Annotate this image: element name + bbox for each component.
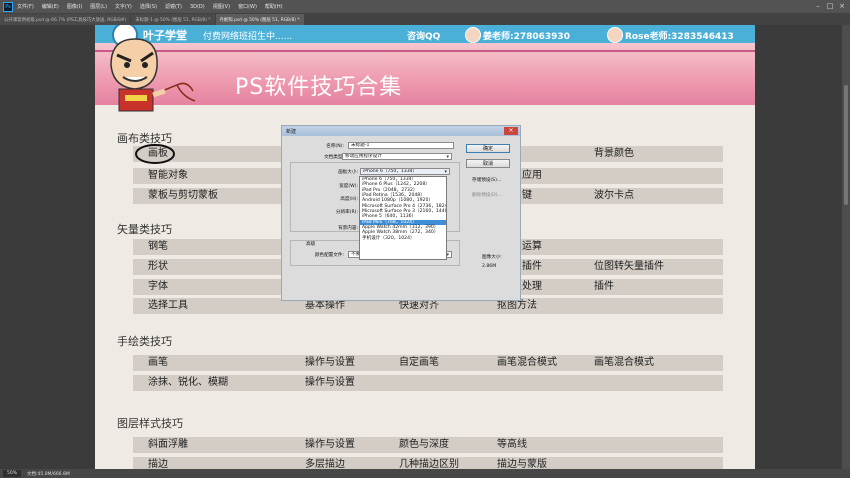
list-item: 蒙板与剪切蒙板: [148, 190, 218, 201]
menu-3d[interactable]: 3D(D): [190, 4, 205, 10]
list-item: 画笔混合模式: [594, 357, 654, 368]
list-item: 画笔: [148, 357, 168, 368]
image-size-label: 图像大小:: [482, 255, 502, 260]
window-controls: – □ ×: [812, 0, 848, 13]
delete-preset-button[interactable]: 删除预设(D)...: [472, 192, 502, 198]
list-item: 多层描边: [305, 459, 345, 469]
image-size-value: 2.86M: [482, 264, 497, 269]
tab-document-1[interactable]: 公开课案例初级.psd @ 66.7% (PS工具技巧大放送, RGB/8#): [0, 14, 131, 25]
minimize-icon[interactable]: –: [812, 0, 824, 13]
list-item: 背景颜色: [594, 148, 634, 159]
zoom-level[interactable]: 50%: [3, 470, 22, 477]
list-item: 处理: [522, 281, 542, 292]
resolution-label: 分辨率(R):: [335, 210, 358, 215]
list-item: 运算: [522, 241, 542, 252]
list-item: 位图转矢量插件: [594, 261, 664, 272]
list-item: 形状: [148, 261, 168, 272]
list-item: 选择工具: [148, 300, 188, 311]
promo-tagline: 付费网络班招生中......: [203, 32, 293, 42]
list-item: 涂抹、锐化、模糊: [148, 377, 228, 388]
scrollbar-thumb[interactable]: [844, 85, 848, 205]
doc-type-label: 文档类型:: [324, 155, 344, 160]
list-item: 插件: [594, 281, 614, 292]
menu-edit[interactable]: 编辑(E): [42, 3, 59, 10]
list-item: 画板: [148, 148, 168, 159]
height-label: 高度(H):: [340, 197, 358, 202]
cancel-button[interactable]: 取消: [466, 159, 510, 168]
dialog-close-button[interactable]: ×: [504, 127, 518, 135]
menu-layer[interactable]: 图层(L): [90, 3, 107, 10]
list-item: 自定画笔: [399, 357, 439, 368]
close-icon[interactable]: ×: [836, 0, 848, 13]
list-item: 等高线: [497, 439, 527, 450]
list-item: 键: [522, 190, 532, 201]
save-preset-button[interactable]: 存储预设(S)...: [472, 177, 501, 183]
section-title-layer-style: 图层样式技巧: [117, 417, 183, 430]
name-label: 名称(N):: [326, 144, 344, 149]
menu-filter[interactable]: 滤镜(T): [165, 3, 182, 10]
teacher1-contact: 姜老师:278063930: [483, 32, 570, 42]
list-item: 操作与设置: [305, 377, 355, 388]
section-title-vector: 矢量类技巧: [117, 223, 172, 236]
size-label: 画板大小:: [338, 170, 358, 175]
doc-type-select[interactable]: 移动应用程序设计: [342, 153, 452, 160]
dialog-title: 新建: [286, 128, 297, 135]
menu-image[interactable]: 图像(I): [67, 3, 82, 10]
list-item: 钢笔: [148, 241, 168, 252]
photoshop-logo-icon: Ps: [3, 1, 13, 12]
vertical-scrollbar[interactable]: [842, 25, 850, 469]
list-item: 描边: [148, 459, 168, 469]
name-field[interactable]: 未标题-1: [348, 142, 454, 149]
list-item: 颜色与深度: [399, 439, 449, 450]
list-item: 插件: [522, 261, 542, 272]
list-item: 画笔混合模式: [497, 357, 557, 368]
ok-button[interactable]: 确定: [466, 144, 510, 153]
dropdown-item[interactable]: Apple Watch 38mm（272，340）: [360, 230, 446, 235]
qq-label: 咨询QQ: [407, 32, 441, 42]
list-item: 几种描边区别: [399, 459, 459, 469]
document-tabs: 公开课案例初级.psd @ 66.7% (PS工具技巧大放送, RGB/8#) …: [0, 13, 850, 25]
tab-document-2[interactable]: 未标题-1 @ 50% (图层 51, RGB/8) *: [131, 14, 215, 25]
list-item: 操作与设置: [305, 439, 355, 450]
list-item: 波尔卡点: [594, 190, 634, 201]
teacher2-avatar: [607, 27, 623, 43]
tab-document-3[interactable]: 丹妮照.psd @ 50% (图层 51, RGB/8) *: [215, 14, 304, 25]
width-label: 宽度(W):: [339, 184, 358, 189]
status-bar: 50% 文档:45.0M/666.8M: [0, 469, 850, 478]
teacher2-contact: Rose老师:3283546413: [625, 32, 734, 42]
menu-file[interactable]: 文件(F): [17, 3, 34, 10]
menu-select[interactable]: 选择(S): [140, 3, 157, 10]
teacher1-avatar: [465, 27, 481, 43]
dropdown-item[interactable]: 手机设计（320，1024）: [360, 236, 446, 241]
color-profile-label: 颜色配置文件:: [314, 253, 344, 258]
banner-title: PS软件技巧合集: [235, 75, 403, 100]
bg-content-label: 背景内容:: [338, 226, 358, 231]
dialog-titlebar[interactable]: 新建: [282, 126, 520, 136]
document-size: 文档:45.0M/666.8M: [27, 471, 70, 477]
maximize-icon[interactable]: □: [824, 0, 836, 13]
list-item: 描边与蒙版: [497, 459, 547, 469]
menu-type[interactable]: 文字(Y): [115, 3, 132, 10]
list-item: 斜面浮雕: [148, 439, 188, 450]
advanced-label[interactable]: 高级: [306, 241, 315, 247]
section-title-drawing: 手绘类技巧: [117, 335, 172, 348]
menu-window[interactable]: 窗口(W): [238, 3, 257, 10]
menu-help[interactable]: 帮助(H): [265, 3, 283, 10]
list-item: 操作与设置: [305, 357, 355, 368]
list-item: 应用: [522, 170, 542, 181]
list-item: 字体: [148, 281, 168, 292]
size-select[interactable]: iPhone 6（750，1334）: [360, 168, 450, 175]
menu-view[interactable]: 视图(V): [213, 3, 230, 10]
menu-bar: Ps 文件(F) 编辑(E) 图像(I) 图层(L) 文字(Y) 选择(S) 滤…: [0, 0, 850, 13]
mascot-illustration: [110, 25, 196, 112]
size-dropdown-list: iPhone 6（750，1334） iPhone 6 Plus（1242，22…: [359, 176, 447, 260]
list-item: 智能对象: [148, 170, 188, 181]
